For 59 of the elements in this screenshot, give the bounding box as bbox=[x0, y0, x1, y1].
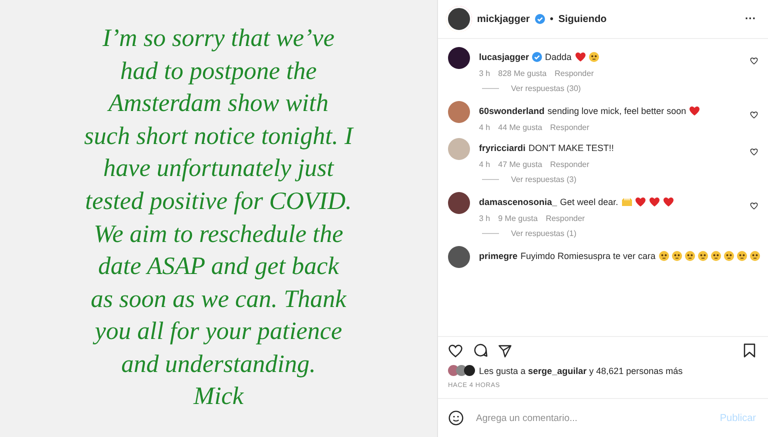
commenter-username[interactable]: damascenosonia_ bbox=[479, 197, 558, 207]
like-icon[interactable] bbox=[448, 344, 463, 358]
face-emoji-icon bbox=[698, 251, 708, 261]
reply-link[interactable]: Responder bbox=[550, 123, 590, 132]
face-emoji-icon bbox=[588, 52, 599, 62]
comment-text: Dadda bbox=[545, 52, 572, 62]
like-comment-icon[interactable] bbox=[750, 111, 758, 119]
commenter-avatar[interactable] bbox=[448, 192, 470, 214]
following-link[interactable]: Siguiendo bbox=[558, 14, 607, 24]
reply-link[interactable]: Responder bbox=[550, 160, 590, 169]
commenter-username[interactable]: 60swonderland bbox=[479, 106, 545, 116]
separator-dot: • bbox=[550, 14, 554, 24]
face-emoji-icon bbox=[684, 251, 695, 261]
heart-emoji-icon bbox=[649, 197, 660, 207]
comment-text: DON'T MAKE TEST!! bbox=[528, 143, 614, 153]
face-emoji-icon bbox=[724, 251, 734, 261]
comment-text: Fuyimdo Romiesuspra te ver cara bbox=[520, 251, 656, 261]
face-emoji-icon bbox=[736, 251, 747, 261]
more-options-icon[interactable]: ··· bbox=[745, 13, 756, 25]
comment-text: Get weel dear. bbox=[560, 197, 618, 207]
profile-avatar[interactable] bbox=[446, 6, 472, 32]
comment-likes[interactable]: 9 Me gusta bbox=[498, 214, 538, 223]
comment-time: 3 h bbox=[479, 214, 490, 223]
comment-text: sending love mick, feel better soon bbox=[548, 106, 686, 116]
send-icon[interactable] bbox=[498, 344, 512, 358]
view-replies-link[interactable]: Ver respuestas (3) bbox=[511, 175, 576, 184]
commenter-avatar[interactable] bbox=[448, 47, 470, 69]
view-replies-link[interactable]: Ver respuestas (30) bbox=[511, 84, 581, 93]
bookmark-icon[interactable] bbox=[743, 343, 756, 358]
heart-emoji-icon bbox=[635, 197, 646, 207]
emoji-icon[interactable] bbox=[448, 410, 464, 426]
comment-time: 4 h bbox=[479, 160, 490, 169]
face-emoji-icon bbox=[658, 251, 669, 261]
like-comment-icon[interactable] bbox=[750, 202, 758, 210]
view-replies-link[interactable]: Ver respuestas (1) bbox=[511, 229, 576, 238]
commenter-avatar[interactable] bbox=[448, 246, 470, 268]
face-emoji-icon bbox=[710, 251, 721, 261]
comment-likes[interactable]: 828 Me gusta bbox=[498, 69, 547, 78]
heart-emoji-icon bbox=[663, 197, 674, 207]
reply-link[interactable]: Responder bbox=[554, 69, 594, 78]
username-link[interactable]: mickjagger bbox=[477, 14, 530, 24]
story-message: I’m so sorry that we’ve had to postpone the Amsterdam show with such short notice tonight. I have unfortunately just tested positive for COVID. We aim to reschedule the date ASAP and get back as soon as we can. Thank you all for your patience and understanding. Mick bbox=[84, 24, 353, 412]
face-emoji-icon bbox=[672, 251, 682, 261]
reply-link[interactable]: Responder bbox=[546, 214, 585, 223]
comment-likes[interactable]: 44 Me gusta bbox=[498, 123, 542, 132]
comment-time: 3 h bbox=[479, 69, 490, 78]
heart-emoji-icon bbox=[574, 52, 586, 62]
comment-time: 4 h bbox=[479, 123, 490, 132]
comment-likes[interactable]: 47 Me gusta bbox=[498, 160, 542, 169]
commenter-username[interactable]: fryricciardi bbox=[479, 143, 526, 153]
liker-avatar bbox=[464, 365, 475, 376]
like-comment-icon[interactable] bbox=[750, 57, 758, 65]
commenter-username[interactable]: lucasjagger bbox=[479, 52, 530, 62]
comment-icon[interactable] bbox=[473, 343, 488, 358]
commenter-username[interactable]: primegre bbox=[479, 251, 518, 261]
heart-emoji-icon bbox=[689, 106, 700, 116]
likes-summary: Les gusta a serge_aguilar y 48,621 personas más bbox=[479, 366, 683, 376]
face-emoji-icon bbox=[750, 251, 760, 261]
like-comment-icon[interactable] bbox=[750, 148, 758, 156]
